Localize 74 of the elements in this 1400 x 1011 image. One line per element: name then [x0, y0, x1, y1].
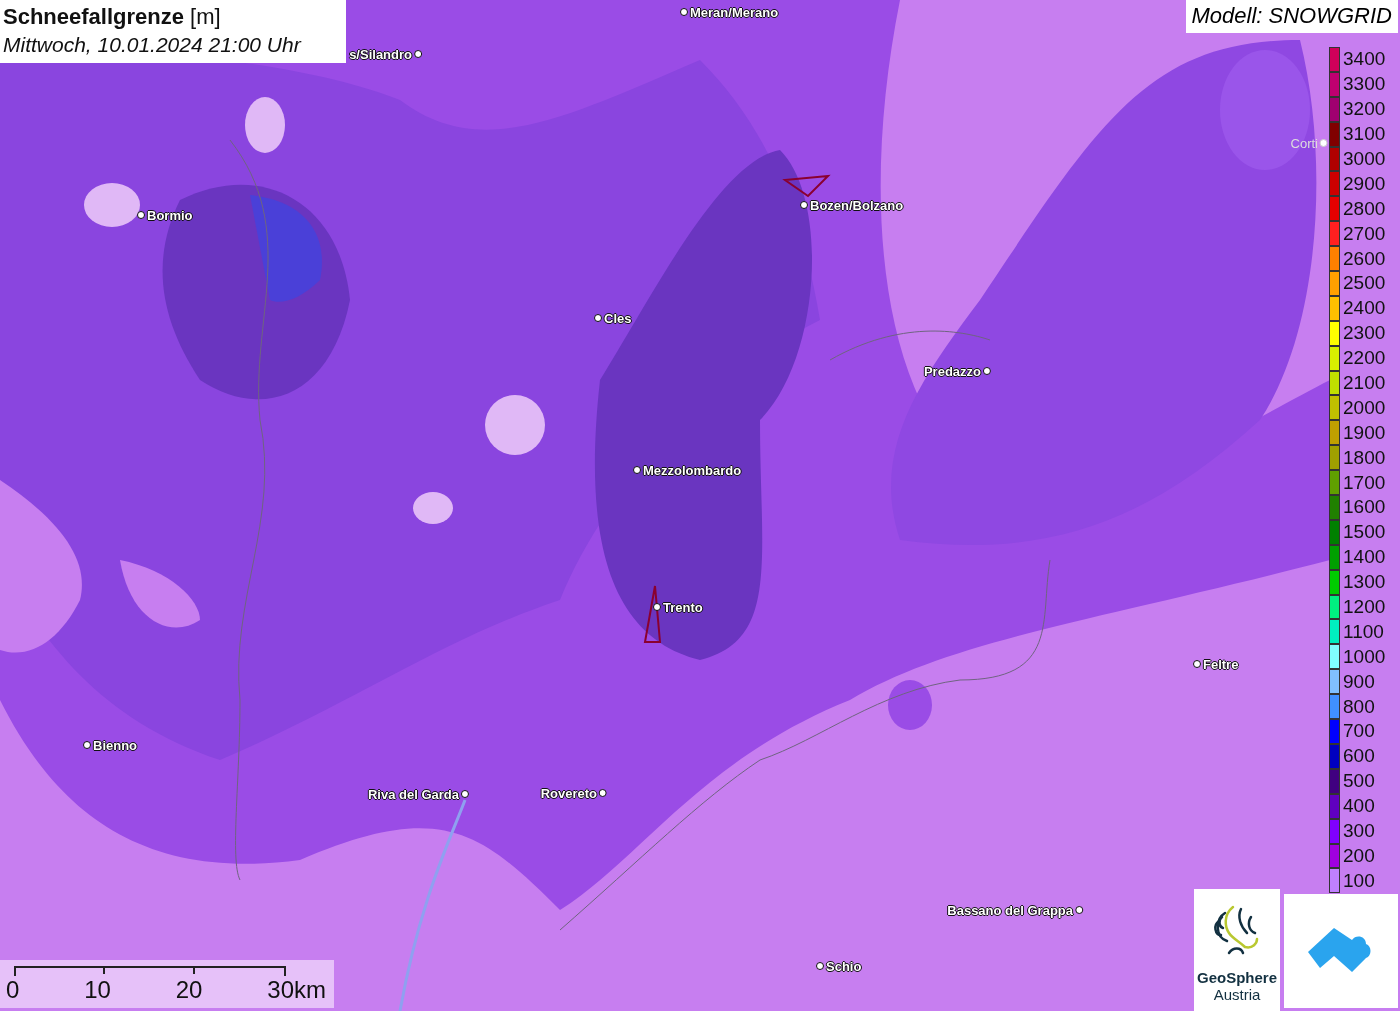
- legend-label: 2100: [1343, 372, 1386, 394]
- legend-label: 3100: [1343, 123, 1386, 146]
- legend-label: 3300: [1343, 73, 1386, 96]
- city-label: Rovereto: [540, 785, 597, 801]
- legend-label: 1700: [1343, 471, 1386, 494]
- legend-label: 3400: [1343, 48, 1386, 71]
- legend-label: 1900: [1343, 421, 1386, 444]
- legend-label: 700: [1343, 720, 1375, 743]
- legend-label: 400: [1343, 795, 1375, 818]
- city-marker-icon: [1193, 660, 1201, 668]
- legend-label: 2700: [1343, 222, 1386, 245]
- legend-label: 1600: [1343, 496, 1386, 519]
- city-label: s/Silandro: [349, 46, 412, 62]
- legend-label: 800: [1343, 695, 1375, 718]
- legend-label: 300: [1343, 820, 1375, 843]
- legend-label: 2800: [1343, 197, 1386, 220]
- map-title: Schneefallgrenze [m]: [3, 3, 222, 31]
- scale-label: 0: [6, 976, 20, 1004]
- scale-label: 20: [175, 976, 203, 1004]
- city-label: Corti: [1290, 135, 1318, 151]
- city-label: Trento: [663, 599, 703, 615]
- legend-label: 2900: [1343, 172, 1386, 195]
- city-marker-icon: [680, 8, 688, 16]
- legend-label: 1500: [1343, 521, 1386, 544]
- city-marker-icon: [1320, 139, 1328, 147]
- legend-label: 2500: [1343, 272, 1386, 295]
- legend-label: 500: [1343, 770, 1375, 793]
- city-marker-icon: [414, 50, 422, 58]
- city-label: Schio: [826, 958, 862, 974]
- city-label: Feltre: [1203, 656, 1239, 672]
- city-label: Cles: [604, 310, 632, 326]
- city-label: Bozen/Bolzano: [810, 197, 904, 213]
- city-marker-icon: [594, 314, 602, 322]
- city-label: Mezzolombardo: [643, 462, 742, 478]
- legend-label: 1300: [1343, 571, 1386, 594]
- city-marker-icon: [633, 466, 641, 474]
- city-label: Bassano del Grappa: [947, 902, 1073, 918]
- city-marker-icon: [137, 211, 145, 219]
- scale-label: 30km: [267, 976, 326, 1004]
- legend-label: 2300: [1343, 322, 1386, 345]
- legend-label: 1800: [1343, 446, 1386, 469]
- city-label: Riva del Garda: [367, 786, 459, 802]
- legend-label: 600: [1343, 745, 1375, 768]
- city-marker-icon: [1075, 906, 1083, 914]
- legend-label: 2400: [1343, 297, 1386, 320]
- legend-label: 1400: [1343, 546, 1386, 569]
- legend-label: 3000: [1343, 148, 1386, 170]
- legend-label: 2600: [1343, 247, 1386, 270]
- logo-subtext: Austria: [1213, 986, 1261, 1003]
- city-marker-icon: [653, 603, 661, 611]
- legend-label: 3200: [1343, 98, 1386, 121]
- city-label: Meran/Merano: [690, 4, 779, 20]
- city-marker-icon: [599, 789, 607, 797]
- legend-label: 200: [1343, 844, 1375, 867]
- legend-label: 1000: [1343, 645, 1386, 668]
- city-marker-icon: [983, 367, 991, 375]
- logo-text: GeoSphere: [1197, 969, 1277, 986]
- city-label: Predazzo: [923, 363, 981, 379]
- city-marker-icon: [816, 962, 824, 970]
- legend-label: 1200: [1343, 596, 1386, 619]
- legend-label: 100: [1343, 869, 1375, 892]
- legend-label: 900: [1343, 670, 1375, 693]
- model-label: Modell: SNOWGRID: [1185, 0, 1398, 33]
- city-marker-icon: [83, 741, 91, 749]
- legend-label: 2200: [1343, 347, 1386, 370]
- forecast-time: Mittwoch, 10.01.2024 21:00 Uhr: [3, 32, 303, 58]
- city-marker-icon: [461, 790, 469, 798]
- scale-ruler-icon: [14, 966, 286, 976]
- city-label: Bienno: [93, 737, 138, 753]
- city-label: Bormio: [147, 207, 193, 223]
- city-marker-icon: [800, 201, 808, 209]
- scale-label: 10: [84, 976, 111, 1004]
- legend-label: 2000: [1343, 396, 1386, 419]
- legend-label: 1100: [1343, 620, 1384, 643]
